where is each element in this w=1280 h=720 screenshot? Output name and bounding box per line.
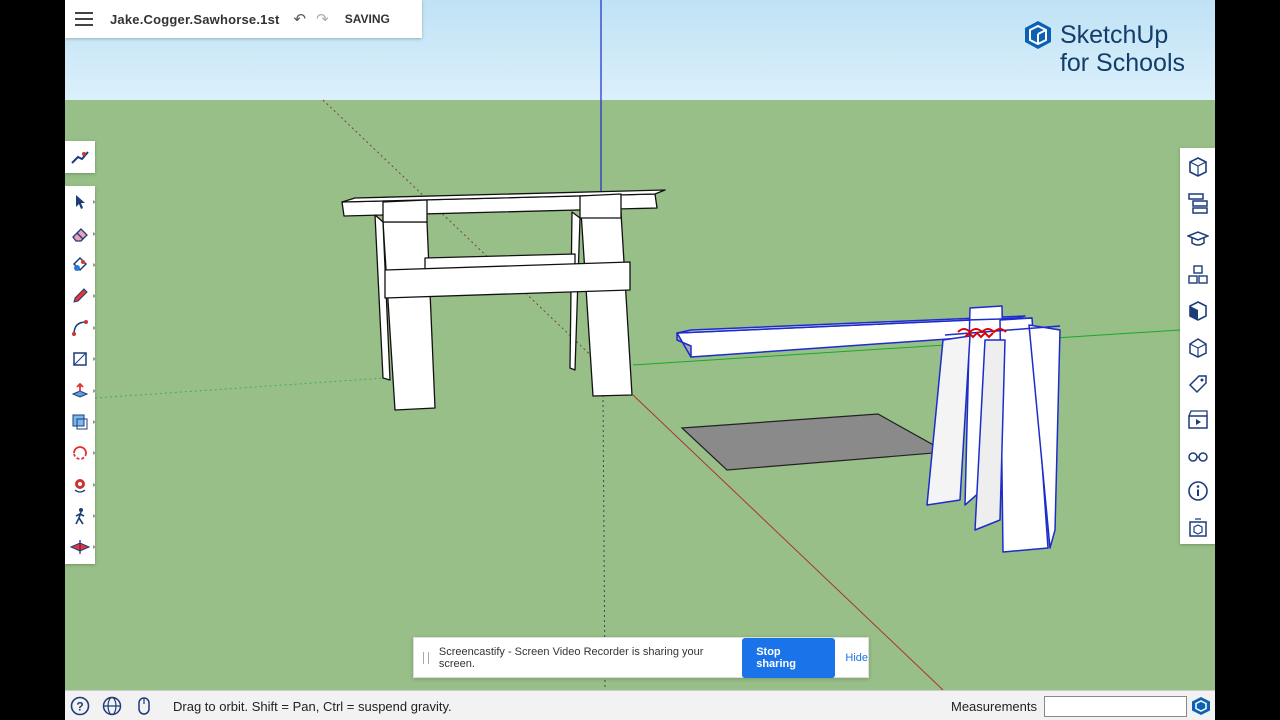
left-toolbar xyxy=(65,186,96,564)
menu-icon[interactable] xyxy=(75,12,93,26)
walk-icon[interactable] xyxy=(70,506,96,526)
brand-name: SketchUp xyxy=(1059,20,1169,49)
title-bar: Jake.Cogger.Sawhorse.1st ↶ ↷ SAVING xyxy=(65,0,422,38)
sketchup-app: Jake.Cogger.Sawhorse.1st ↶ ↷ SAVING Sket… xyxy=(65,0,1215,720)
globe-icon[interactable] xyxy=(101,695,123,717)
sketchup-logo-icon xyxy=(1024,21,1051,49)
section-plane-icon[interactable] xyxy=(70,537,96,557)
eraser-icon[interactable] xyxy=(70,224,96,244)
svg-text:?: ? xyxy=(76,700,83,714)
status-bar: ? Drag to orbit. Shift = Pan, Ctrl = sus… xyxy=(65,690,1215,720)
3d-warehouse-icon[interactable] xyxy=(1187,516,1209,538)
sketchup-brand: SketchUp for Schools xyxy=(1024,20,1185,76)
green-axis-dotted xyxy=(94,377,386,399)
materials-icon[interactable] xyxy=(1187,300,1209,322)
display-icon[interactable] xyxy=(1187,444,1209,466)
status-hint: Drag to orbit. Shift = Pan, Ctrl = suspe… xyxy=(173,698,452,714)
file-name[interactable]: Jake.Cogger.Sawhorse.1st xyxy=(110,12,280,27)
rotate-icon[interactable] xyxy=(70,443,96,463)
styles-icon[interactable] xyxy=(1187,336,1209,358)
scenes-icon[interactable] xyxy=(1187,408,1209,430)
instructor-icon xyxy=(71,151,89,164)
right-panel-toolbar xyxy=(1180,148,1215,544)
outliner-icon[interactable] xyxy=(1187,192,1209,214)
model-viewport[interactable] xyxy=(65,0,1215,690)
red-axis-dotted xyxy=(322,99,602,366)
paint-bucket-icon[interactable] xyxy=(70,255,96,275)
rectangle-icon[interactable] xyxy=(70,349,96,369)
screen-share-banner: Screencastify - Screen Video Recorder is… xyxy=(413,637,869,678)
undo-icon[interactable]: ↶ xyxy=(294,10,307,28)
help-icon[interactable]: ? xyxy=(69,695,91,717)
redo-icon[interactable]: ↷ xyxy=(316,10,329,28)
arc-icon[interactable] xyxy=(70,318,96,338)
orbit-icon[interactable] xyxy=(70,475,96,495)
instructor-panel-icon[interactable] xyxy=(1187,228,1209,250)
mouse-icon[interactable] xyxy=(133,695,155,717)
components-icon[interactable] xyxy=(1187,264,1209,286)
drag-handle-icon[interactable] xyxy=(423,651,429,664)
brand-subtitle: for Schools xyxy=(1059,49,1185,77)
instructor-toggle[interactable] xyxy=(65,141,95,173)
entity-info-icon[interactable] xyxy=(1187,156,1209,178)
pencil-icon[interactable] xyxy=(70,286,96,306)
offset-icon[interactable] xyxy=(70,412,96,432)
sawhorse-model[interactable] xyxy=(341,189,666,411)
gray-face[interactable] xyxy=(680,413,949,471)
tags-icon[interactable] xyxy=(1187,372,1209,394)
hide-button[interactable]: Hide xyxy=(845,652,868,664)
stop-sharing-button[interactable]: Stop sharing xyxy=(742,637,836,678)
push-pull-icon[interactable] xyxy=(70,381,96,401)
sketchup-logo-small-icon[interactable] xyxy=(1191,696,1211,716)
screen-share-message: Screencastify - Screen Video Recorder is… xyxy=(438,645,704,670)
save-status: SAVING xyxy=(344,12,390,26)
info-icon[interactable] xyxy=(1187,480,1209,502)
measurements-input[interactable] xyxy=(1044,696,1187,717)
select-icon[interactable] xyxy=(70,192,96,212)
measurements-label: Measurements xyxy=(951,699,1037,714)
